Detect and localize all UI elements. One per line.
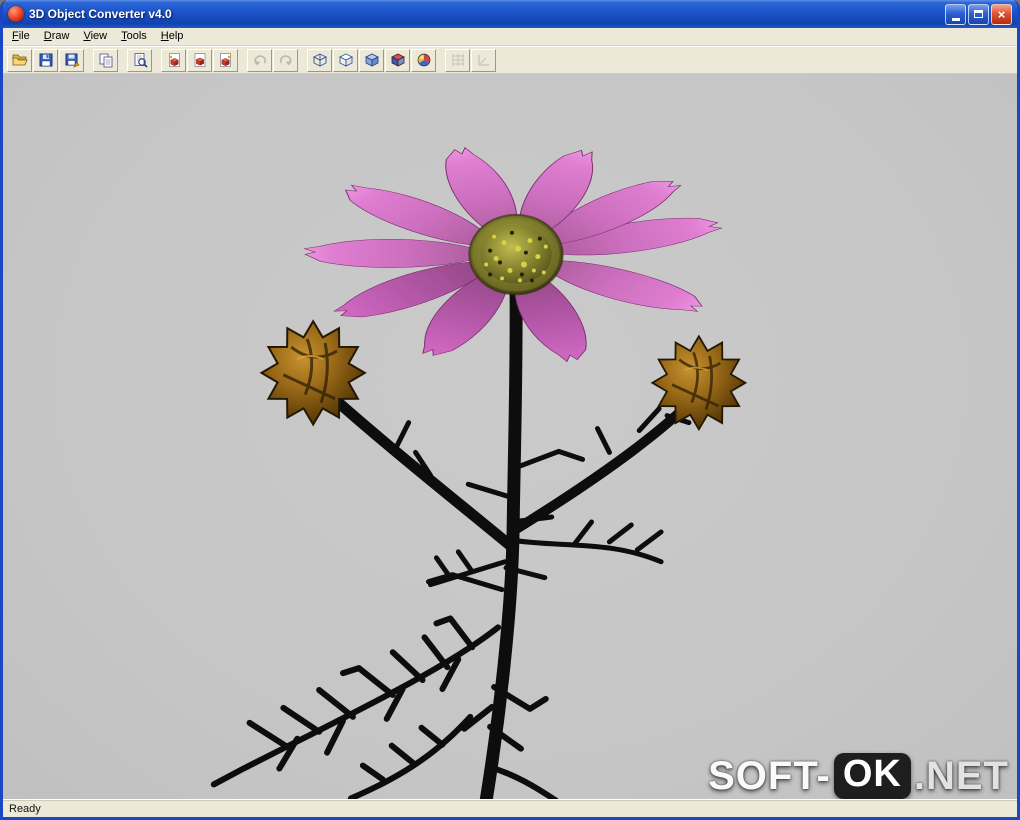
copy-pages-icon [99, 53, 112, 68]
grid-icon [451, 54, 464, 66]
previous-object-button[interactable] [161, 48, 186, 72]
watermark: SOFT- OK .NET [708, 753, 1009, 799]
page-magnifier-icon [134, 53, 148, 68]
app-window: 3D Object Converter v4.0 × File Draw Vie… [0, 0, 1020, 820]
undo-button[interactable] [247, 48, 272, 72]
redo-arrow-icon [279, 55, 291, 66]
close-icon: × [997, 6, 1006, 22]
model-viewport[interactable]: SOFT- OK .NET [3, 74, 1017, 799]
next-object-button[interactable] [213, 48, 238, 72]
status-text: Ready [9, 802, 41, 815]
title-bar[interactable]: 3D Object Converter v4.0 × [3, 0, 1017, 28]
cube-hidden-icon [338, 53, 353, 67]
cosmos-flower-model[interactable] [3, 74, 1017, 799]
grid-toggle-button[interactable] [445, 48, 470, 72]
textured-view-button[interactable] [411, 48, 436, 72]
watermark-box: OK [833, 753, 911, 799]
copy-button[interactable] [93, 48, 118, 72]
page-cube-prev-icon [168, 53, 180, 67]
menu-tools[interactable]: Tools [114, 29, 154, 44]
folder-open-icon [12, 54, 28, 66]
object-info-button[interactable] [187, 48, 212, 72]
preview-button[interactable] [127, 48, 152, 72]
app-icon [8, 6, 24, 22]
menu-draw[interactable]: Draw [37, 29, 77, 44]
close-button[interactable]: × [991, 3, 1012, 25]
open-file-button[interactable] [7, 48, 32, 72]
maximize-button[interactable] [968, 3, 989, 25]
toolbar-separator [437, 49, 444, 72]
undo-arrow-icon [254, 55, 266, 66]
hidden-line-view-button[interactable] [333, 48, 358, 72]
floppy-export-icon [65, 53, 80, 68]
menu-help[interactable]: Help [154, 29, 191, 44]
smooth-shaded-view-button[interactable] [385, 48, 410, 72]
toolbar-separator [153, 49, 160, 72]
toolbar [3, 46, 1017, 74]
save-file-button[interactable] [33, 48, 58, 72]
window-title: 3D Object Converter v4.0 [29, 7, 172, 21]
menu-bar: File Draw View Tools Help [3, 28, 1017, 46]
minimize-button[interactable] [945, 3, 966, 25]
page-cube-icon [194, 53, 205, 67]
menu-file[interactable]: File [5, 29, 37, 44]
menu-view[interactable]: View [76, 29, 114, 44]
axes-toggle-button[interactable] [471, 48, 496, 72]
toolbar-separator [85, 49, 92, 72]
axes-icon [477, 55, 489, 66]
cube-colored-icon [390, 53, 405, 67]
floppy-disk-icon [39, 53, 52, 67]
watermark-suffix: .NET [913, 753, 1009, 798]
window-controls: × [945, 3, 1012, 25]
watermark-prefix: SOFT- [708, 753, 831, 798]
wireframe-view-button[interactable] [307, 48, 332, 72]
maximize-icon [974, 10, 983, 18]
toolbar-separator [119, 49, 126, 72]
minimize-icon [951, 17, 960, 21]
status-bar: Ready [3, 799, 1017, 817]
sphere-color-icon [417, 53, 430, 67]
page-cube-next-icon [219, 53, 231, 67]
cube-wireframe-icon [312, 53, 327, 67]
redo-button[interactable] [273, 48, 298, 72]
save-as-button[interactable] [59, 48, 84, 72]
flat-shaded-view-button[interactable] [359, 48, 384, 72]
toolbar-separator [299, 49, 306, 72]
flower-center-disc [468, 213, 564, 296]
toolbar-separator [239, 49, 246, 72]
cube-flat-icon [364, 53, 379, 67]
